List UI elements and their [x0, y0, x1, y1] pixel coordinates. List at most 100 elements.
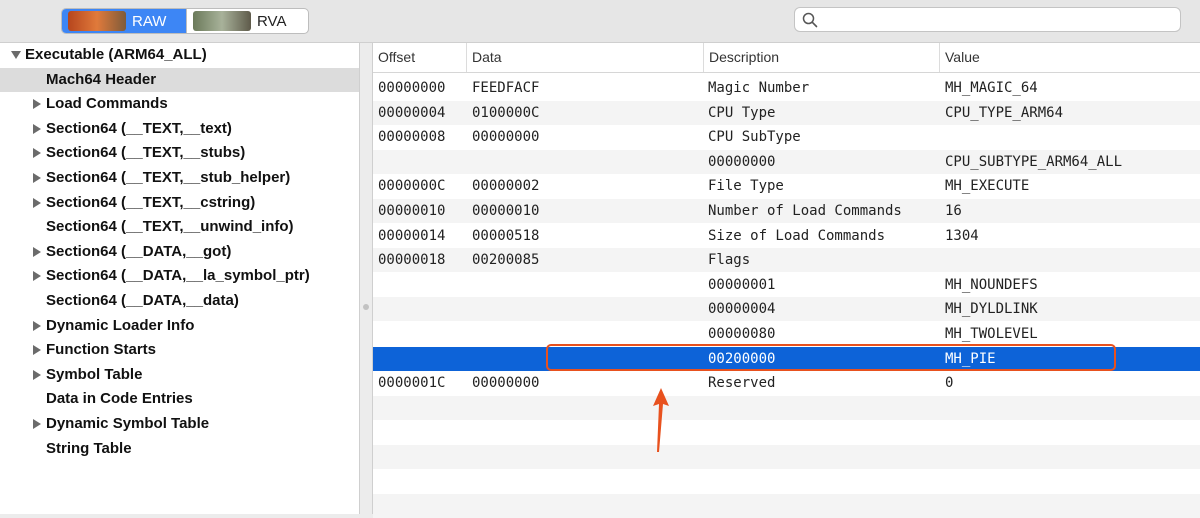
raw-mode-label: RAW	[132, 12, 167, 30]
offset-cell: 00000010	[378, 203, 446, 219]
disclosure-triangle-icon[interactable]	[33, 271, 41, 282]
sidebar-item[interactable]: Executable (ARM64_ALL)	[0, 43, 359, 67]
sidebar-item[interactable]: Dynamic Loader Info	[0, 314, 359, 338]
sidebar-item-label: Section64 (__DATA,__data)	[46, 292, 239, 309]
offset-cell: 0000001C	[378, 375, 446, 392]
disclosure-triangle-icon[interactable]	[33, 99, 41, 110]
table-row[interactable]: 0000000C 00000002 File Type MH_EXECUTE	[373, 174, 1200, 198]
table-row[interactable]: 00000008 00000000 CPU SubType	[373, 125, 1200, 149]
rva-mode-button[interactable]: RVA	[186, 9, 308, 33]
table-row[interactable]: 0000001C 00000000 Reserved 0	[373, 371, 1200, 395]
empty-table-row[interactable]	[373, 445, 1200, 469]
split-view-divider[interactable]	[359, 43, 373, 514]
table-row[interactable]: 00000000 FEEDFACF Magic Number MH_MAGIC_64	[373, 76, 1200, 100]
description-cell: Size of Load Commands	[708, 227, 886, 244]
sidebar-item-label: Function Starts	[46, 341, 157, 359]
sidebar-item[interactable]: Load Commands	[0, 92, 359, 116]
table-row[interactable]: 00000018 00200085 Flags	[373, 248, 1200, 273]
raw-mode-button[interactable]: RAW	[62, 9, 186, 33]
table-row[interactable]: 00000080 MH_TWOLEVEL	[373, 322, 1200, 346]
description-cell: Flags	[708, 252, 751, 269]
offset-cell: 00000008	[378, 129, 446, 146]
column-header-value[interactable]: Value	[940, 43, 1200, 72]
splitter-handle-icon[interactable]	[363, 304, 369, 310]
table-row[interactable]: 00000000 CPU_SUBTYPE_ARM64_ALL	[373, 149, 1200, 174]
table-row[interactable]: 00000001 MH_NOUNDEFS	[373, 273, 1200, 297]
value-cell: 1304	[945, 227, 979, 244]
detail-table: Offset Data Description Value 00000000 FE…	[373, 43, 1200, 518]
value-cell: 16	[945, 203, 962, 219]
toolbar: RAW RVA	[0, 0, 1200, 43]
search-field[interactable]	[794, 7, 1181, 32]
value-cell: CPU_TYPE_ARM64	[945, 104, 1064, 121]
data-cell: 00000518	[472, 227, 540, 244]
sidebar-item[interactable]: Section64 (__DATA,__data)	[0, 289, 359, 313]
sidebar-item[interactable]: Function Starts	[0, 338, 359, 362]
value-cell: MH_TWOLEVEL	[945, 326, 1038, 342]
annotation-highlight-box	[546, 344, 1116, 371]
search-input[interactable]	[823, 10, 1177, 31]
sidebar-item[interactable]: Section64 (__TEXT,__unwind_info)	[0, 215, 359, 239]
description-cell: Magic Number	[708, 80, 810, 96]
disclosure-triangle-icon[interactable]	[33, 345, 41, 356]
data-cell: 00000010	[472, 203, 540, 219]
value-cell: 0	[945, 375, 954, 392]
sidebar-item[interactable]: Section64 (__TEXT,__stubs)	[0, 141, 359, 165]
sidebar-item-label: Section64 (__DATA,__la_symbol_ptr)	[46, 267, 310, 285]
value-cell: CPU_SUBTYPE_ARM64_ALL	[945, 153, 1123, 170]
sidebar-item-label: Executable (ARM64_ALL)	[25, 46, 207, 63]
disclosure-triangle-icon[interactable]	[33, 320, 41, 331]
disclosure-triangle-expanded-icon[interactable]	[11, 51, 21, 59]
sidebar-item[interactable]: Dynamic Symbol Table	[0, 412, 359, 436]
sidebar-item-label: Section64 (__DATA,__got)	[46, 242, 232, 260]
table-row[interactable]: 00000010 00000010 Number of Load Commands 1…	[373, 199, 1200, 223]
sidebar-item-label: Dynamic Loader Info	[46, 316, 195, 334]
empty-table-row[interactable]	[373, 420, 1200, 444]
table-row[interactable]: 00000004 0100000C CPU Type CPU_TYPE_ARM64	[373, 100, 1200, 125]
sidebar-item[interactable]: Mach64 Header	[0, 67, 359, 92]
description-cell: File Type	[708, 178, 784, 195]
description-cell: 00000004	[708, 301, 776, 318]
sidebar-item[interactable]: Data in Code Entries	[0, 387, 359, 411]
sidebar-item-label: Section64 (__TEXT,__stubs)	[46, 144, 246, 162]
empty-table-row[interactable]	[373, 494, 1200, 518]
sidebar-item[interactable]: Section64 (__DATA,__got)	[0, 240, 359, 264]
sidebar-item[interactable]: Section64 (__TEXT,__cstring)	[0, 191, 359, 215]
table-row[interactable]: 00000014 00000518 Size of Load Commands 130…	[373, 224, 1200, 248]
sidebar-item[interactable]: Section64 (__TEXT,__stub_helper)	[0, 166, 359, 190]
description-cell: 00000001	[708, 276, 776, 293]
data-cell: 00000000	[472, 375, 540, 392]
sidebar-item-label: Section64 (__TEXT,__stub_helper)	[46, 169, 291, 186]
disclosure-triangle-icon[interactable]	[33, 123, 41, 134]
sidebar-item[interactable]: String Table	[0, 437, 359, 461]
column-header-offset[interactable]: Offset	[373, 43, 467, 72]
description-cell: 00000000	[708, 153, 776, 170]
sidebar-item[interactable]: Section64 (__DATA,__la_symbol_ptr)	[0, 264, 359, 288]
disclosure-triangle-icon[interactable]	[33, 246, 41, 257]
disclosure-triangle-icon[interactable]	[33, 173, 41, 183]
data-cell: 0100000C	[472, 104, 540, 121]
column-header-description[interactable]: Description	[704, 43, 940, 72]
sidebar-tree: Executable (ARM64_ALL) Mach64 Header Load …	[0, 43, 359, 514]
sidebar-item-label: Section64 (__TEXT,__cstring)	[46, 193, 256, 211]
disclosure-triangle-icon[interactable]	[33, 419, 41, 429]
empty-table-row[interactable]	[373, 395, 1200, 420]
column-header-data[interactable]: Data	[467, 43, 704, 72]
description-cell: CPU SubType	[708, 129, 801, 146]
offset-cell: 00000004	[378, 104, 446, 121]
sidebar-item-label: Data in Code Entries	[46, 390, 193, 408]
table-row[interactable]: 00000004 MH_DYLDLINK	[373, 297, 1200, 322]
sidebar-item[interactable]: Symbol Table	[0, 363, 359, 387]
disclosure-triangle-icon[interactable]	[33, 369, 41, 380]
sidebar-item-label: Dynamic Symbol Table	[46, 415, 210, 432]
raw-thumbnail-icon	[68, 11, 126, 31]
rva-thumbnail-icon	[193, 11, 251, 31]
sidebar-item-label: Mach64 Header	[46, 70, 157, 88]
value-cell: MH_DYLDLINK	[945, 301, 1038, 318]
sidebar-item[interactable]: Section64 (__TEXT,__text)	[0, 117, 359, 141]
disclosure-triangle-icon[interactable]	[33, 148, 41, 159]
disclosure-triangle-icon[interactable]	[33, 197, 41, 208]
empty-table-row[interactable]	[373, 470, 1200, 494]
data-cell: FEEDFACF	[472, 80, 540, 96]
offset-cell: 00000014	[378, 227, 446, 244]
